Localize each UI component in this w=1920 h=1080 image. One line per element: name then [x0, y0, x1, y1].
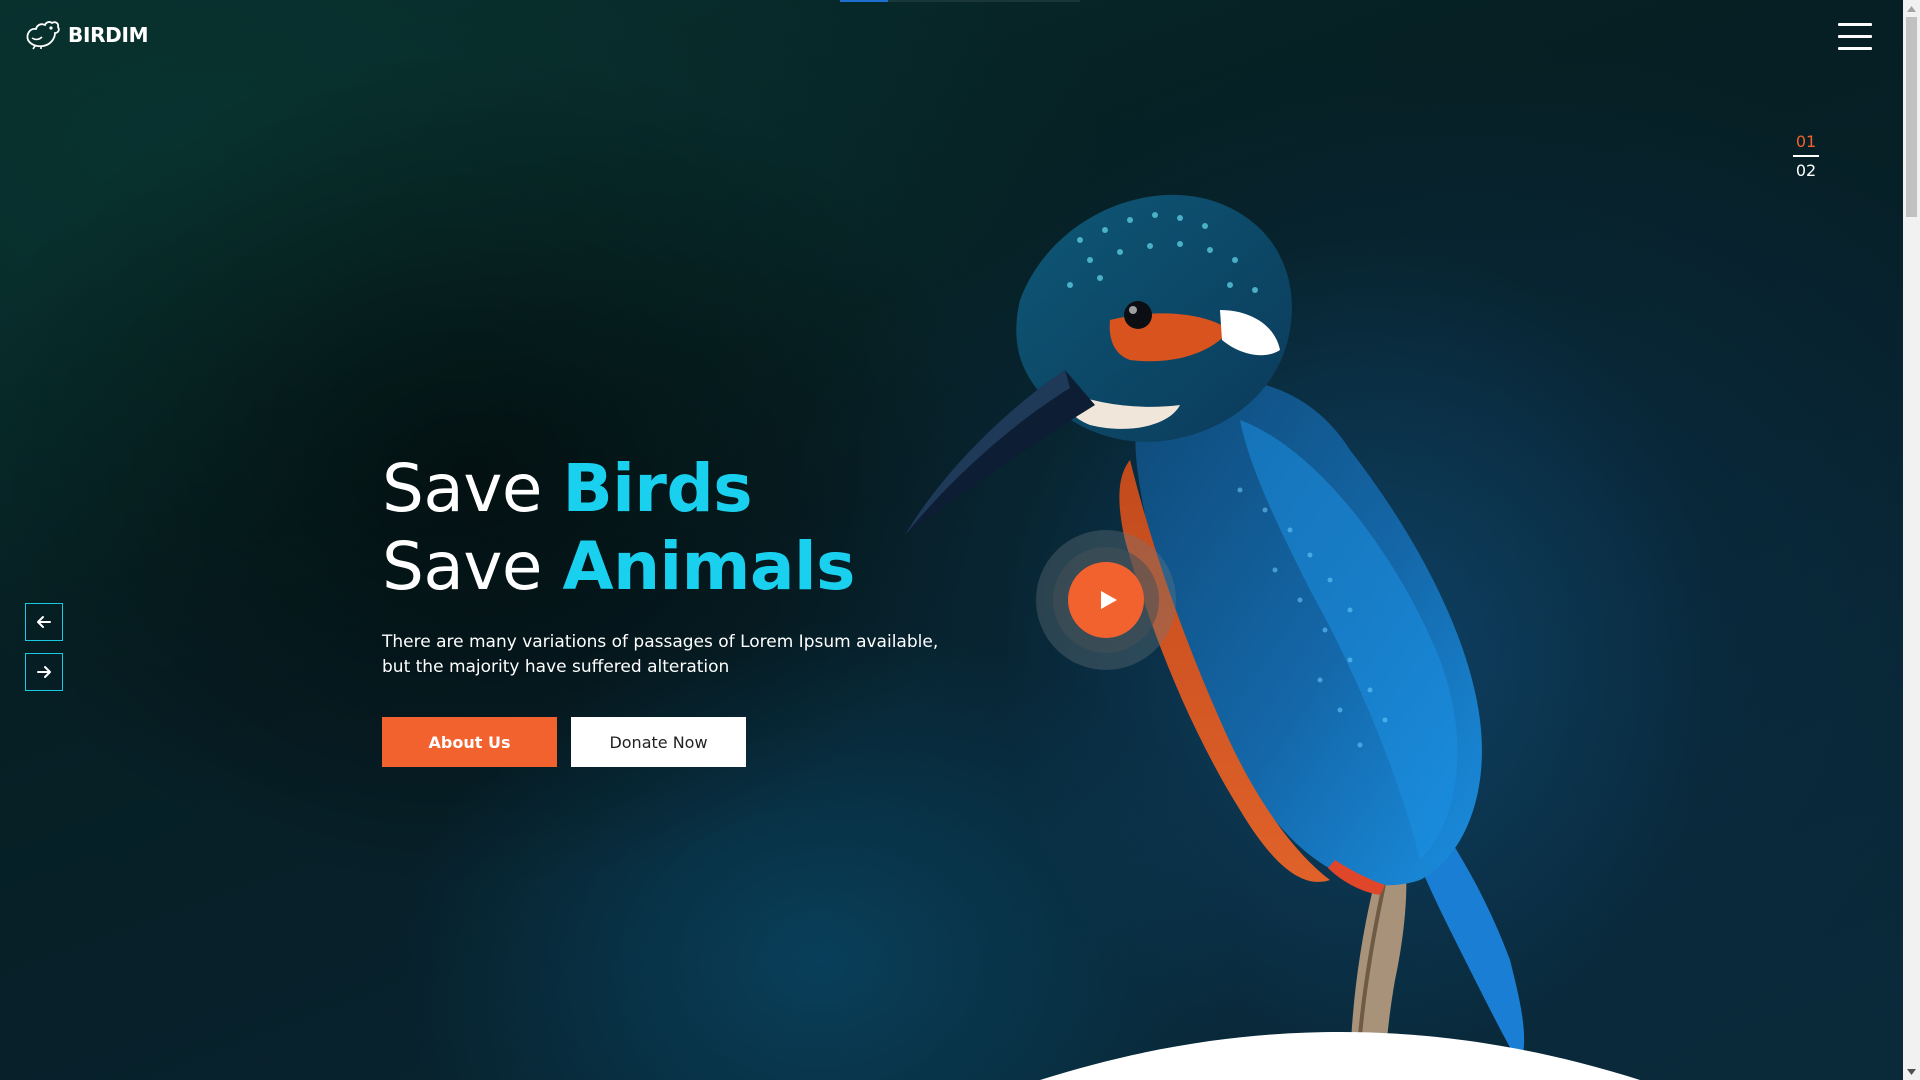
slide-current-number: 01 [1795, 132, 1817, 151]
play-button-core [1068, 562, 1144, 638]
arrow-right-icon [37, 666, 51, 678]
hero-headline: Save Birds Save Animals [382, 450, 1002, 606]
slide-prev-button[interactable] [25, 603, 63, 641]
hero-content: Save Birds Save Animals There are many v… [382, 450, 1002, 767]
slide-next-button[interactable] [25, 653, 63, 691]
brand-logo[interactable]: BIRDIM [24, 20, 149, 50]
hero-page: BIRDIM 01 02 Save Birds Save Animals The… [0, 0, 1920, 1080]
slide-progress-bar [840, 0, 1080, 2]
hero-buttons: About Us Donate Now [382, 717, 746, 767]
headline-line1-text: Save [382, 450, 563, 527]
about-us-button[interactable]: About Us [382, 717, 557, 767]
slide-total-number: 02 [1795, 161, 1817, 180]
play-video-button[interactable] [1036, 530, 1176, 670]
kingfisher-illustration [905, 194, 1700, 1080]
page-scrollbar[interactable] [1903, 0, 1920, 1080]
headline-line1-accent: Birds [562, 450, 752, 527]
play-icon [1101, 591, 1117, 609]
hamburger-menu-icon[interactable] [1838, 22, 1872, 52]
scrollbar-thumb[interactable] [1906, 17, 1917, 217]
headline-line2-accent: Animals [562, 528, 855, 605]
brand-name: BIRDIM [68, 23, 149, 47]
arrow-left-icon [37, 616, 51, 628]
slide-progress-fill [840, 0, 888, 2]
donate-now-button[interactable]: Donate Now [571, 717, 746, 767]
scroll-up-arrow-icon[interactable] [1903, 0, 1920, 17]
hero-description: There are many variations of passages of… [382, 632, 939, 677]
kingfisher-image [880, 160, 1700, 1080]
slide-counter: 01 02 [1793, 132, 1819, 181]
scroll-down-arrow-icon[interactable] [1903, 1063, 1920, 1080]
play-button-ring [1053, 547, 1159, 653]
section-divider-curve [1040, 1032, 1640, 1080]
slide-counter-divider [1793, 155, 1819, 157]
bird-logo-icon [26, 21, 60, 50]
headline-line2-text: Save [382, 528, 563, 605]
